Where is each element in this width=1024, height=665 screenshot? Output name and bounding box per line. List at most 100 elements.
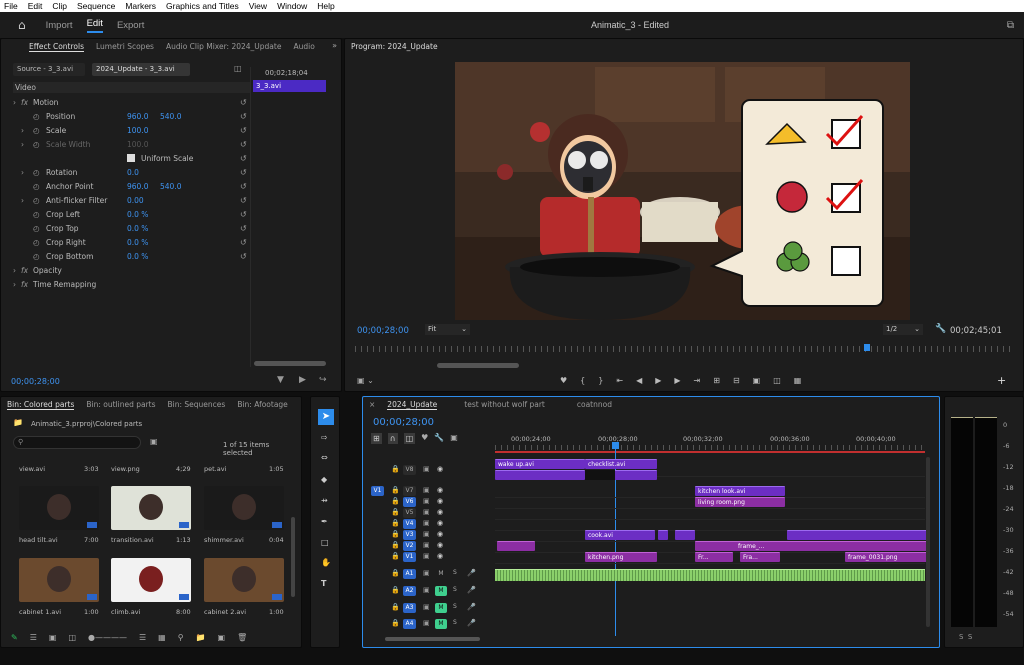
timeline-clip[interactable]: wake up.avi (495, 459, 585, 469)
lock-icon[interactable]: 🔒 (391, 603, 400, 611)
freeform-view-icon[interactable]: ◫ (68, 633, 76, 645)
mini-clip[interactable]: 3_3.avi (253, 80, 326, 92)
track-target[interactable]: V6 (403, 497, 416, 507)
type-icon[interactable]: T (321, 579, 326, 588)
effect-row-value-1[interactable]: 960.0 (127, 182, 148, 191)
solo-button[interactable]: S (453, 569, 457, 576)
stopwatch-icon[interactable]: ◴ (33, 182, 40, 191)
chevron-right-icon[interactable]: › (21, 168, 24, 177)
sync-lock-icon[interactable]: ▣ (423, 552, 430, 560)
hand-icon[interactable]: ✋ (321, 558, 331, 567)
chevron-right-icon[interactable]: › (13, 280, 16, 289)
settings-icon[interactable]: ▦ (794, 376, 802, 388)
tab-test-without-wolf[interactable]: test without wolf part (464, 400, 545, 409)
menu-clip[interactable]: Clip (52, 1, 67, 11)
microphone-icon[interactable]: 🎤 (467, 569, 476, 577)
stopwatch-icon[interactable]: ◴ (33, 238, 40, 247)
bin-search-input[interactable]: ⚲ (13, 436, 141, 449)
workspace-export[interactable]: Export (117, 20, 144, 31)
fx-icon[interactable]: fx (21, 266, 28, 275)
sync-lock-icon[interactable]: ▣ (423, 486, 430, 494)
timeline-timecode[interactable]: 00;00;28;00 (373, 417, 434, 428)
mini-scrollbar[interactable] (254, 361, 326, 366)
bin-item-name[interactable]: climb.avi (111, 608, 140, 616)
play-icon[interactable]: ▶ (655, 376, 661, 388)
tab-bin-sequences[interactable]: Bin: Sequences (168, 400, 226, 409)
bin-item-name[interactable]: view.png (111, 465, 140, 473)
reset-icon[interactable]: ↺ (240, 196, 250, 205)
track-target[interactable]: A4 (403, 619, 416, 629)
new-bin-icon[interactable]: ▣ (150, 437, 158, 446)
stopwatch-icon[interactable]: ◴ (33, 210, 40, 219)
workspace-import[interactable]: Import (46, 20, 73, 31)
snap-icon[interactable]: ∩ (387, 433, 398, 444)
effect-row-value-1[interactable]: 0.0 (127, 168, 139, 177)
reset-icon[interactable]: ↺ (240, 182, 250, 191)
compare-icon[interactable]: ◫ (773, 376, 781, 388)
track-target[interactable]: V1 (403, 552, 416, 562)
track-target[interactable]: V2 (403, 541, 416, 551)
sequence-clip-tab[interactable]: 2024_Update - 3_3.avi (92, 63, 190, 76)
ripple-edit-icon[interactable]: ⇔ (321, 453, 328, 462)
reset-icon[interactable]: ↺ (240, 112, 250, 121)
stopwatch-icon[interactable]: ◴ (33, 224, 40, 233)
effect-row-value-1[interactable]: 0.0 % (127, 238, 148, 247)
menu-markers[interactable]: Markers (125, 1, 156, 11)
step-forward-icon[interactable]: ▶ (674, 376, 680, 388)
mute-button[interactable]: M (435, 619, 447, 629)
razor-icon[interactable]: ◆ (321, 475, 327, 484)
reset-icon[interactable]: ↺ (240, 224, 250, 233)
step-back-icon[interactable]: ◀ (636, 376, 642, 388)
timeline-clip[interactable] (495, 470, 585, 480)
nest-icon[interactable]: ⊞ (371, 433, 382, 444)
timeline-clip[interactable] (658, 530, 668, 540)
bin-item-name[interactable]: cabinet 1.avi (19, 608, 61, 616)
lock-icon[interactable]: 🔒 (391, 519, 400, 527)
menu-edit[interactable]: Edit (28, 1, 43, 11)
stopwatch-icon[interactable]: ◴ (33, 140, 40, 149)
pen-icon[interactable]: ✒ (321, 517, 328, 526)
menu-help[interactable]: Help (317, 1, 334, 11)
tab-bin-afootage[interactable]: Bin: Afootage (237, 400, 288, 409)
playhead-marker[interactable] (864, 344, 870, 351)
reset-icon[interactable]: ↺ (240, 168, 250, 177)
program-ruler[interactable] (355, 346, 1010, 352)
track-select-icon[interactable]: ⇨ (321, 433, 328, 442)
overwrite-icon[interactable]: ⊟ (733, 376, 740, 388)
microphone-icon[interactable]: 🎤 (467, 586, 476, 594)
effect-row-value-1[interactable]: 0.0 % (127, 224, 148, 233)
timeline-clip[interactable] (497, 541, 535, 551)
workspace-edit[interactable]: Edit (86, 18, 103, 33)
resolution-dropdown[interactable]: 1/2 ⌄ (883, 324, 923, 335)
add-button-icon[interactable]: + (997, 374, 1006, 387)
zoom-scrollbar[interactable] (437, 363, 519, 368)
bin-item-thumbnail[interactable] (19, 486, 99, 530)
reset-icon[interactable]: ↺ (240, 238, 250, 247)
chevron-right-icon[interactable]: › (21, 126, 24, 135)
bin-item-thumbnail[interactable] (19, 558, 99, 602)
toggle-timeline-icon[interactable]: ◫ (234, 64, 242, 73)
reset-icon[interactable]: ↺ (240, 126, 250, 135)
stopwatch-icon[interactable]: ◴ (33, 126, 40, 135)
stopwatch-icon[interactable]: ◴ (33, 196, 40, 205)
zoom-slider[interactable]: ●———— (88, 633, 127, 645)
microphone-icon[interactable]: 🎤 (467, 603, 476, 611)
chevron-right-icon[interactable]: › (13, 98, 16, 107)
eye-icon[interactable]: ◉ (437, 530, 443, 538)
track-target[interactable]: V3 (403, 530, 416, 540)
menu-sequence[interactable]: Sequence (77, 1, 115, 11)
bin-item-thumbnail[interactable] (204, 558, 284, 602)
bin-item-name[interactable]: head tilt.avi (19, 536, 58, 544)
sort-icon[interactable]: ☰ (139, 633, 146, 645)
eye-icon[interactable]: ◉ (437, 519, 443, 527)
mute-button[interactable]: M (435, 569, 447, 579)
effect-row-value-1[interactable]: 0.0 % (127, 210, 148, 219)
lock-icon[interactable]: 🔒 (391, 486, 400, 494)
list-view-icon[interactable]: ☰ (30, 633, 37, 645)
menu-file[interactable]: File (4, 1, 18, 11)
tab-audio-clip-mixer[interactable]: Audio Clip Mixer: 2024_Update (166, 42, 282, 51)
track-target[interactable]: V7 (403, 486, 416, 496)
tab-bin-outlined-parts[interactable]: Bin: outlined parts (86, 400, 155, 409)
bin-item-thumbnail[interactable] (111, 558, 191, 602)
stopwatch-icon[interactable]: ◴ (33, 168, 40, 177)
